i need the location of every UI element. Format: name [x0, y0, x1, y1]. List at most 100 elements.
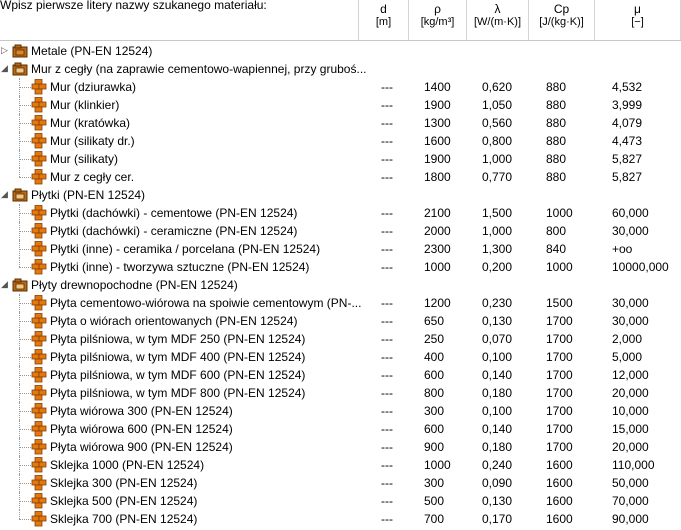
material-name: Płytki (inne) - ceramika / porcelana (PN…	[50, 242, 321, 256]
material-row[interactable]: Mur (klinkier) --- 1900 1,050 880 3,999	[0, 96, 681, 114]
material-name: Płyta pilśniowa, w tym MDF 600 (PN-EN 12…	[50, 368, 306, 382]
cell-cp: 1700	[546, 314, 573, 328]
cell-rho: 2000	[424, 224, 451, 238]
cell-rho: 1900	[424, 152, 451, 166]
tree-connector-line	[19, 492, 20, 510]
cell-lambda: 0,100	[482, 350, 513, 364]
cell-d: ---	[381, 152, 393, 166]
material-row[interactable]: Płyta pilśniowa, w tym MDF 600 (PN-EN 12…	[0, 366, 681, 384]
cell-d: ---	[381, 224, 393, 238]
tree-connector-line	[19, 519, 31, 520]
search-input[interactable]	[0, 18, 357, 38]
group-icon-collapsed	[12, 43, 28, 59]
cell-rho: 300	[424, 404, 445, 418]
cell-mu: 70,000	[612, 494, 649, 508]
material-icon	[31, 313, 47, 329]
material-row[interactable]: Płytki (inne) - ceramika / porcelana (PN…	[0, 240, 681, 258]
tree-connector-line	[19, 87, 31, 88]
material-icon	[31, 79, 47, 95]
material-row[interactable]: Płyta pilśniowa, w tym MDF 800 (PN-EN 12…	[0, 384, 681, 402]
material-row[interactable]: Płytki (inne) - tworzywa sztuczne (PN-EN…	[0, 258, 681, 276]
tree-connector-line	[19, 150, 20, 168]
material-row[interactable]: Płyta o wiórach orientowanych (PN-EN 125…	[0, 312, 681, 330]
cell-d: ---	[381, 458, 393, 472]
cell-lambda: 0,100	[482, 404, 513, 418]
material-row[interactable]: Mur (silikaty dr.) --- 1600 0,800 880 4,473	[0, 132, 681, 150]
material-name: Sklejka 300 (PN-EN 12524)	[50, 476, 198, 490]
cell-cp: 1600	[546, 476, 573, 490]
cell-d: ---	[381, 242, 393, 256]
cell-lambda: 1,000	[482, 224, 513, 238]
cell-d: ---	[381, 440, 393, 454]
cell-mu: 20,000	[612, 386, 649, 400]
column-d[interactable]: d [m]	[358, 0, 408, 40]
material-icon	[31, 259, 47, 275]
tree-group-row[interactable]: ◢ Mur z cegły (na zaprawie cementowo-wapi…	[0, 60, 681, 78]
material-row[interactable]: Sklejka 1000 (PN-EN 12524) --- 1000 0,240 16…	[0, 456, 681, 474]
material-icon	[31, 349, 47, 365]
material-row[interactable]: Płyta cementowo-wiórowa na spoiwie cemen…	[0, 294, 681, 312]
tree-group-row[interactable]: ▷ Metale (PN-EN 12524)	[0, 42, 681, 60]
tree-group-row[interactable]: ◢ Płytki (PN-EN 12524)	[0, 186, 681, 204]
material-row[interactable]: Mur z cegły cer. --- 1800 0,770 880 5,827	[0, 168, 681, 186]
cell-rho: 300	[424, 476, 445, 490]
material-row[interactable]: Mur (dziurawka) --- 1400 0,620 880 4,532	[0, 78, 681, 96]
column-mu[interactable]: μ [−]	[594, 0, 681, 40]
tree-connector-line	[19, 249, 31, 250]
material-row[interactable]: Sklejka 700 (PN-EN 12524) --- 700 0,170 1600…	[0, 510, 681, 528]
material-row[interactable]: Mur (kratówka) --- 1300 0,560 880 4,079	[0, 114, 681, 132]
collapse-arrow-icon[interactable]: ◢	[0, 189, 9, 200]
cell-cp: 880	[546, 134, 567, 148]
column-cp[interactable]: Cp [J/(kg·K)]	[528, 0, 594, 40]
tree-connector-line	[19, 420, 20, 438]
material-row[interactable]: Płyta pilśniowa, w tym MDF 400 (PN-EN 12…	[0, 348, 681, 366]
cell-d: ---	[381, 206, 393, 220]
material-row[interactable]: Sklejka 300 (PN-EN 12524) --- 300 0,090 1600…	[0, 474, 681, 492]
cell-cp: 1700	[546, 332, 573, 346]
material-row[interactable]: Płyta wiórowa 300 (PN-EN 12524) --- 300 0,1…	[0, 402, 681, 420]
material-row[interactable]: Płyta wiórowa 600 (PN-EN 12524) --- 600 0,1…	[0, 420, 681, 438]
cell-d: ---	[381, 404, 393, 418]
material-icon	[31, 511, 47, 527]
material-name: Płyta pilśniowa, w tym MDF 250 (PN-EN 12…	[50, 332, 306, 346]
material-row[interactable]: Mur (silikaty) --- 1900 1,000 880 5,827	[0, 150, 681, 168]
cell-rho: 600	[424, 368, 445, 382]
collapse-arrow-icon[interactable]: ◢	[0, 63, 9, 74]
material-row[interactable]: Płytki (dachówki) - ceramiczne (PN-EN 12…	[0, 222, 681, 240]
cell-d: ---	[381, 134, 393, 148]
material-name: Płyta wiórowa 900 (PN-EN 12524)	[50, 440, 233, 454]
material-row[interactable]: Płyta wiórowa 900 (PN-EN 12524) --- 900 0,1…	[0, 438, 681, 456]
material-icon	[31, 331, 47, 347]
tree-connector-line	[19, 366, 20, 384]
column-lambda[interactable]: λ [W/(m·K)]	[466, 0, 528, 40]
cell-mu: 30,000	[612, 224, 649, 238]
column-rho[interactable]: ρ [kg/m³]	[408, 0, 466, 40]
tree-connector-line	[19, 78, 20, 96]
collapse-arrow-icon[interactable]: ◢	[0, 279, 9, 290]
expand-arrow-icon[interactable]: ▷	[0, 45, 9, 56]
tree-connector-line	[19, 330, 20, 348]
tree-connector-line	[19, 465, 31, 466]
material-row[interactable]: Sklejka 500 (PN-EN 12524) --- 500 0,130 1600…	[0, 492, 681, 510]
material-row[interactable]: Płyta pilśniowa, w tym MDF 250 (PN-EN 12…	[0, 330, 681, 348]
group-icon-open	[12, 277, 28, 293]
tree-connector-line	[19, 168, 20, 177]
material-icon	[31, 457, 47, 473]
cell-mu: 90,000	[612, 512, 649, 526]
cell-mu: 20,000	[612, 440, 649, 454]
tree-connector-line	[19, 384, 20, 402]
material-name: Płytki (dachówki) - ceramiczne (PN-EN 12…	[50, 224, 298, 238]
tree-connector-line	[19, 429, 31, 430]
tree-group-label: Mur z cegły (na zaprawie cementowo-wapie…	[31, 62, 367, 76]
cell-cp: 880	[546, 80, 567, 94]
tree-group-row[interactable]: ◢ Płyty drewnopochodne (PN-EN 12524)	[0, 276, 681, 294]
tree-connector-line	[19, 483, 31, 484]
cell-lambda: 0,770	[482, 170, 513, 184]
cell-d: ---	[381, 494, 393, 508]
material-row[interactable]: Płytki (dachówki) - cementowe (PN-EN 125…	[0, 204, 681, 222]
material-name: Mur (kratówka)	[50, 116, 131, 130]
cell-cp: 1700	[546, 440, 573, 454]
cell-rho: 400	[424, 350, 445, 364]
cell-d: ---	[381, 116, 393, 130]
tree-connector-line	[19, 258, 20, 267]
